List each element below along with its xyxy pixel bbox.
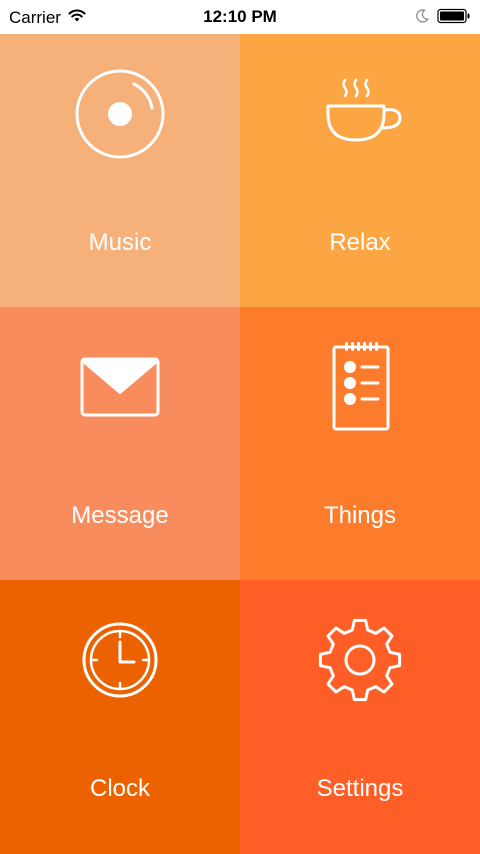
clock-icon — [72, 612, 168, 708]
coffee-cup-icon — [312, 66, 408, 162]
tile-message-label: Message — [71, 502, 169, 529]
tile-clock[interactable]: Clock — [0, 580, 240, 854]
checklist-icon — [312, 339, 408, 435]
status-bar: Carrier 12:10 PM — [0, 0, 480, 34]
tile-things[interactable]: Things — [240, 307, 480, 580]
music-disc-icon — [72, 66, 168, 162]
battery-icon — [437, 8, 471, 24]
tile-relax-label: Relax — [329, 229, 391, 256]
tile-music-label: Music — [88, 229, 152, 256]
tile-settings[interactable]: Settings — [240, 580, 480, 854]
status-time: 12:10 PM — [203, 7, 277, 26]
status-right — [415, 8, 471, 24]
tile-relax[interactable]: Relax — [240, 34, 480, 307]
envelope-icon — [72, 339, 168, 435]
tile-message[interactable]: Message — [0, 307, 240, 580]
menu-grid: Music Relax Message Things Clock Setting… — [0, 34, 480, 854]
tile-things-label: Things — [323, 502, 397, 529]
gear-icon — [312, 612, 408, 708]
tile-music[interactable]: Music — [0, 34, 240, 307]
tile-clock-label: Clock — [89, 775, 150, 802]
moon-icon — [415, 9, 429, 23]
tile-settings-label: Settings — [316, 775, 404, 802]
